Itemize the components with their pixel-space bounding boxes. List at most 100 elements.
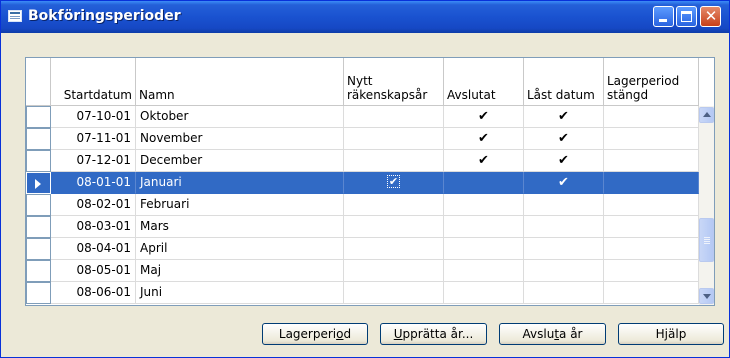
- table-row[interactable]: 07-10-01 Oktober ✔ ✔: [26, 106, 699, 128]
- cell-avslutat[interactable]: ✔: [444, 150, 524, 172]
- cell-nytt-rakenskapsar[interactable]: [344, 238, 444, 260]
- column-header-avslutat[interactable]: Avslutat: [444, 58, 524, 106]
- cell-lagerperiod-stangd[interactable]: [604, 150, 699, 172]
- cell-nytt-rakenskapsar[interactable]: [344, 106, 444, 128]
- scroll-thumb[interactable]: [699, 218, 714, 262]
- cell-last-datum[interactable]: ✔: [524, 172, 604, 194]
- cell-lagerperiod-stangd[interactable]: [604, 260, 699, 282]
- cell-lagerperiod-stangd[interactable]: [604, 106, 699, 128]
- row-selector[interactable]: [26, 106, 51, 128]
- scroll-up-button[interactable]: [699, 107, 714, 123]
- checkbox-icon[interactable]: ✔: [387, 175, 400, 188]
- cell-lagerperiod-stangd[interactable]: [604, 172, 699, 194]
- column-header-last-datum[interactable]: Låst datum: [524, 58, 604, 106]
- header-selector: [26, 58, 51, 106]
- row-selector[interactable]: [26, 238, 51, 260]
- column-header-lagerperiod-stangd[interactable]: Lagerperiod stängd: [604, 58, 699, 106]
- cell-namn[interactable]: Maj: [136, 260, 344, 282]
- maximize-button[interactable]: [676, 6, 697, 27]
- cell-startdatum[interactable]: 08-05-01: [51, 260, 136, 282]
- cell-nytt-rakenskapsar[interactable]: ✔: [344, 172, 444, 194]
- table-row[interactable]: 08-03-01 Mars: [26, 216, 699, 238]
- cell-avslutat[interactable]: ✔: [444, 106, 524, 128]
- scroll-down-button[interactable]: [699, 288, 714, 304]
- cell-avslutat[interactable]: [444, 194, 524, 216]
- cell-startdatum[interactable]: 07-10-01: [51, 106, 136, 128]
- check-icon: ✔: [558, 131, 569, 146]
- cell-lagerperiod-stangd[interactable]: [604, 194, 699, 216]
- cell-namn[interactable]: Mars: [136, 216, 344, 238]
- cell-nytt-rakenskapsar[interactable]: [344, 150, 444, 172]
- table-header: Startdatum Namn Nytt räkenskapsår Avslut…: [26, 58, 699, 106]
- cell-nytt-rakenskapsar[interactable]: [344, 260, 444, 282]
- cell-startdatum[interactable]: 08-04-01: [51, 238, 136, 260]
- cell-startdatum[interactable]: 08-03-01: [51, 216, 136, 238]
- cell-last-datum[interactable]: [524, 194, 604, 216]
- table-row[interactable]: 08-04-01 April: [26, 238, 699, 260]
- cell-lagerperiod-stangd[interactable]: [604, 238, 699, 260]
- cell-namn[interactable]: Januari: [136, 172, 344, 194]
- table-row[interactable]: 07-12-01 December ✔ ✔: [26, 150, 699, 172]
- cell-avslutat[interactable]: [444, 282, 524, 304]
- table-row[interactable]: 08-06-01 Juni: [26, 282, 699, 304]
- cell-last-datum[interactable]: [524, 238, 604, 260]
- cell-namn[interactable]: April: [136, 238, 344, 260]
- row-selector[interactable]: [26, 260, 51, 282]
- row-selector[interactable]: [26, 194, 51, 216]
- cell-lagerperiod-stangd[interactable]: [604, 216, 699, 238]
- row-selector[interactable]: [26, 150, 51, 172]
- window: Bokföringsperioder ✕ Startdatum Namn Nyt…: [0, 0, 730, 358]
- cell-nytt-rakenskapsar[interactable]: [344, 194, 444, 216]
- cell-nytt-rakenskapsar[interactable]: [344, 282, 444, 304]
- form-icon: [8, 10, 22, 22]
- cell-lagerperiod-stangd[interactable]: [604, 128, 699, 150]
- hjalp-button[interactable]: Hjälp: [618, 323, 724, 345]
- table-row[interactable]: 08-02-01 Februari: [26, 194, 699, 216]
- lagerperiod-button[interactable]: Lagerperiod: [262, 323, 368, 345]
- column-header-startdatum[interactable]: Startdatum: [51, 58, 136, 106]
- minimize-button[interactable]: [653, 6, 674, 27]
- cell-startdatum[interactable]: 07-12-01: [51, 150, 136, 172]
- cell-last-datum[interactable]: ✔: [524, 106, 604, 128]
- cell-startdatum[interactable]: 08-02-01: [51, 194, 136, 216]
- cell-last-datum[interactable]: ✔: [524, 150, 604, 172]
- avsluta-ar-button[interactable]: Avsluta år: [499, 323, 606, 345]
- close-button[interactable]: ✕: [700, 6, 721, 27]
- cell-namn[interactable]: December: [136, 150, 344, 172]
- cell-namn[interactable]: Juni: [136, 282, 344, 304]
- cell-avslutat[interactable]: ✔: [444, 128, 524, 150]
- cell-last-datum[interactable]: ✔: [524, 128, 604, 150]
- cell-last-datum[interactable]: [524, 282, 604, 304]
- cell-startdatum[interactable]: 08-01-01: [51, 172, 136, 194]
- uppratta-ar-button[interactable]: Upprätta år...: [380, 323, 487, 345]
- title-bar[interactable]: Bokföringsperioder ✕: [1, 1, 729, 33]
- row-selector[interactable]: [26, 282, 51, 304]
- cell-startdatum[interactable]: 08-06-01: [51, 282, 136, 304]
- row-selector[interactable]: [26, 216, 51, 238]
- column-header-namn[interactable]: Namn: [136, 58, 344, 106]
- cell-lagerperiod-stangd[interactable]: [604, 282, 699, 304]
- cell-avslutat[interactable]: [444, 238, 524, 260]
- row-selector[interactable]: [26, 172, 51, 194]
- cell-last-datum[interactable]: [524, 216, 604, 238]
- cell-namn[interactable]: Oktober: [136, 106, 344, 128]
- table-row[interactable]: 08-05-01 Maj: [26, 260, 699, 282]
- vertical-scrollbar[interactable]: [699, 106, 714, 305]
- row-selector[interactable]: [26, 128, 51, 150]
- table-row[interactable]: 07-11-01 November ✔ ✔: [26, 128, 699, 150]
- column-header-nytt-rakenskapsar[interactable]: Nytt räkenskapsår: [344, 58, 444, 106]
- cell-avslutat[interactable]: [444, 172, 524, 194]
- cell-avslutat[interactable]: [444, 216, 524, 238]
- cell-last-datum[interactable]: [524, 260, 604, 282]
- chevron-up-icon: [703, 112, 711, 117]
- check-icon: ✔: [478, 153, 489, 168]
- cell-nytt-rakenskapsar[interactable]: [344, 216, 444, 238]
- check-icon: ✔: [478, 131, 489, 146]
- check-icon: ✔: [478, 109, 489, 124]
- cell-avslutat[interactable]: [444, 260, 524, 282]
- cell-startdatum[interactable]: 07-11-01: [51, 128, 136, 150]
- table-row[interactable]: 08-01-01 Januari ✔ ✔: [26, 172, 699, 194]
- cell-namn[interactable]: November: [136, 128, 344, 150]
- cell-nytt-rakenskapsar[interactable]: [344, 128, 444, 150]
- cell-namn[interactable]: Februari: [136, 194, 344, 216]
